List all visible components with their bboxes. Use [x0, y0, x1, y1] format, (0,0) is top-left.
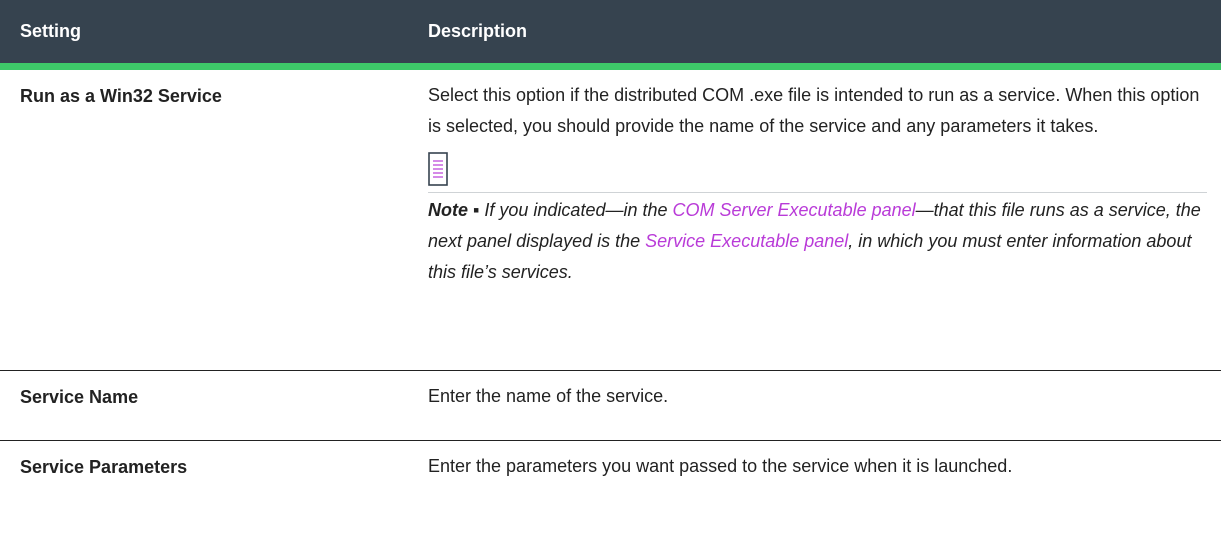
table-header: Setting Description: [0, 0, 1221, 63]
table-row: Run as a Win32 Service Select this optio…: [0, 70, 1221, 371]
note-text: Note ▪ If you indicated—in the COM Serve…: [428, 195, 1207, 288]
setting-name: Service Name: [0, 370, 408, 441]
description-column-header: Description: [428, 21, 528, 41]
header-accent-bar: [0, 63, 1221, 70]
table-row: Service Parameters Enter the parameters …: [0, 440, 1221, 496]
note-icon: [428, 152, 448, 186]
service-executable-panel-link[interactable]: Service Executable panel: [645, 231, 848, 251]
note-divider: [428, 192, 1207, 193]
setting-name: Service Parameters: [20, 456, 188, 477]
setting-description: Select this option if the distributed CO…: [428, 85, 1200, 136]
setting-description: Enter the parameters you want passed to …: [428, 455, 1013, 476]
table-row: Service Name Enter the name of the servi…: [0, 370, 1221, 441]
setting-name: Run as a Win32 Service: [0, 70, 408, 371]
note-text-before: If you indicated—in the: [479, 200, 673, 220]
setting-description: Enter the name of the service.: [408, 370, 1221, 441]
setting-column-header: Setting: [20, 21, 81, 41]
com-server-executable-panel-link[interactable]: COM Server Executable panel: [673, 200, 916, 220]
note-label: Note ▪: [428, 200, 480, 220]
settings-table: Setting Description Run as a Win32 Servi…: [0, 0, 1221, 496]
setting-description-cell: Select this option if the distributed CO…: [408, 70, 1221, 371]
